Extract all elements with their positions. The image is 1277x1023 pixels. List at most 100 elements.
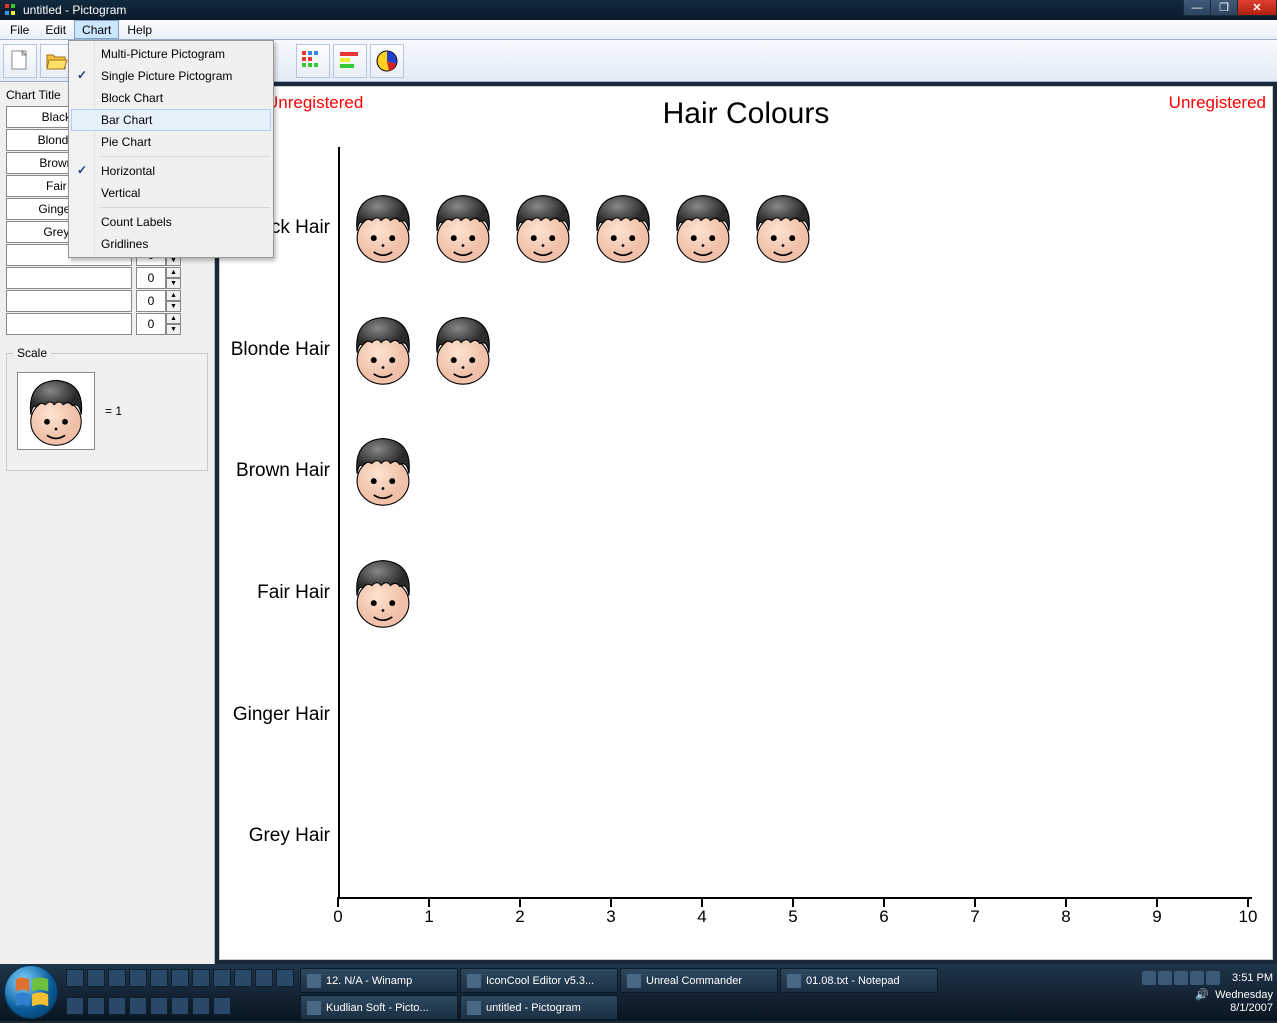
spin-down-button[interactable]: ▼ (166, 278, 181, 289)
new-file-icon (8, 49, 32, 73)
tray-icon[interactable] (1158, 971, 1172, 985)
x-tick-label: 9 (1152, 907, 1161, 927)
x-tick-label: 8 (1061, 907, 1070, 927)
window-titlebar: untitled - Pictogram — ❐ ✕ (0, 0, 1277, 20)
category-name-input[interactable] (6, 290, 132, 312)
pictogram-icon (506, 190, 576, 264)
scale-equals: = 1 (105, 404, 122, 418)
clock-time: 3:51 PM (1232, 972, 1273, 984)
x-tick (1247, 897, 1249, 907)
chart-canvas: Unregistered Unregistered Hair Colours 0… (219, 86, 1273, 960)
menu-item-count-labels[interactable]: Count Labels (71, 211, 271, 233)
x-tick (1065, 897, 1067, 907)
multi-pictogram-icon (300, 49, 326, 73)
open-folder-icon (45, 49, 69, 73)
taskbar-task[interactable]: 01.08.txt - Notepad (780, 968, 938, 993)
category-label: Grey Hair (249, 825, 330, 847)
maximize-button[interactable]: ❐ (1210, 0, 1238, 16)
menu-item-multi-picture-pictogram[interactable]: Multi-Picture Pictogram (71, 43, 271, 65)
data-row: ▲▼ (6, 290, 208, 312)
tray-icon[interactable] (1174, 971, 1188, 985)
x-tick-label: 1 (424, 907, 433, 927)
pictogram-icon (346, 190, 416, 264)
data-row: ▲▼ (6, 313, 208, 335)
category-label: Fair Hair (257, 582, 330, 604)
taskbar-task[interactable]: IconCool Editor v5.3... (460, 968, 618, 993)
x-tick-label: 7 (970, 907, 979, 927)
x-tick (792, 897, 794, 907)
new-file-button[interactable] (3, 44, 37, 78)
spin-down-button[interactable]: ▼ (166, 301, 181, 312)
chart-title: Hair Colours (220, 97, 1272, 131)
x-tick (701, 897, 703, 907)
tray-icon[interactable] (1190, 971, 1204, 985)
bar-chart-button[interactable] (333, 44, 367, 78)
pictogram-icon (346, 555, 416, 629)
taskbar-task[interactable]: Unreal Commander (620, 968, 778, 993)
window-title: untitled - Pictogram (23, 3, 126, 17)
menu-item-single-picture-pictogram[interactable]: ✓Single Picture Pictogram (71, 65, 271, 87)
spin-up-button[interactable]: ▲ (166, 267, 181, 278)
category-name-input[interactable] (6, 267, 132, 289)
clock-day: Wednesday (1215, 989, 1273, 1001)
pictogram-icon (586, 190, 656, 264)
tray-icon[interactable] (1206, 971, 1220, 985)
multi-picture-button[interactable] (296, 44, 330, 78)
category-name-input[interactable] (6, 313, 132, 335)
x-tick (883, 897, 885, 907)
task-icon (467, 1001, 481, 1015)
x-tick-label: 2 (515, 907, 524, 927)
spin-down-button[interactable]: ▼ (166, 324, 181, 335)
pictogram-icon (666, 190, 736, 264)
bar-chart-icon (337, 49, 363, 73)
menu-edit[interactable]: Edit (37, 20, 74, 39)
app-icon (4, 3, 18, 17)
pictogram-icon (346, 433, 416, 507)
scale-label: Scale (13, 346, 51, 360)
menu-item-horizontal[interactable]: ✓Horizontal (71, 160, 271, 182)
close-button[interactable]: ✕ (1237, 0, 1277, 16)
chart-menu-dropdown: Multi-Picture Pictogram✓Single Picture P… (68, 40, 274, 258)
pie-chart-icon (374, 48, 400, 74)
menu-chart[interactable]: Chart (74, 20, 119, 39)
y-axis (338, 147, 340, 899)
spin-up-button[interactable]: ▲ (166, 313, 181, 324)
menu-item-vertical[interactable]: Vertical (71, 182, 271, 204)
menu-item-bar-chart[interactable]: Bar Chart (71, 109, 271, 131)
spin-up-button[interactable]: ▲ (166, 290, 181, 301)
category-value-input[interactable] (136, 267, 166, 289)
menu-item-gridlines[interactable]: Gridlines (71, 233, 271, 255)
menu-file[interactable]: File (2, 20, 37, 39)
category-value-input[interactable] (136, 290, 166, 312)
x-tick-label: 0 (333, 907, 342, 927)
taskbar-task[interactable]: untitled - Pictogram (460, 995, 618, 1020)
x-tick-label: 10 (1239, 907, 1258, 927)
pictogram-icon (426, 312, 496, 386)
tray-icon[interactable] (1142, 971, 1156, 985)
category-label: Brown Hair (236, 460, 330, 482)
x-tick-label: 6 (879, 907, 888, 927)
category-label: Blonde Hair (231, 339, 330, 361)
x-tick-label: 3 (606, 907, 615, 927)
task-icon (467, 974, 481, 988)
clock-date: 8/1/2007 (1230, 1002, 1273, 1014)
taskbar-task[interactable]: Kudlian Soft - Picto... (300, 995, 458, 1020)
data-row: ▲▼ (6, 267, 208, 289)
pictogram-icon (426, 190, 496, 264)
category-value-input[interactable] (136, 313, 166, 335)
menu-help[interactable]: Help (119, 20, 160, 39)
menu-item-pie-chart[interactable]: Pie Chart (71, 131, 271, 153)
x-tick-label: 5 (788, 907, 797, 927)
pictogram-icon (346, 312, 416, 386)
x-tick (1156, 897, 1158, 907)
scale-group: Scale = 1 (6, 353, 208, 471)
minimize-button[interactable]: — (1183, 0, 1211, 16)
menubar: File Edit Chart Help (0, 20, 1277, 40)
pie-chart-button[interactable] (370, 44, 404, 78)
taskbar-task[interactable]: 12. N/A - Winamp (300, 968, 458, 993)
scale-icon-preview (17, 372, 95, 450)
category-label: Ginger Hair (233, 704, 330, 726)
menu-item-block-chart[interactable]: Block Chart (71, 87, 271, 109)
x-tick (519, 897, 521, 907)
volume-icon[interactable]: 🔊 (1195, 988, 1209, 1001)
